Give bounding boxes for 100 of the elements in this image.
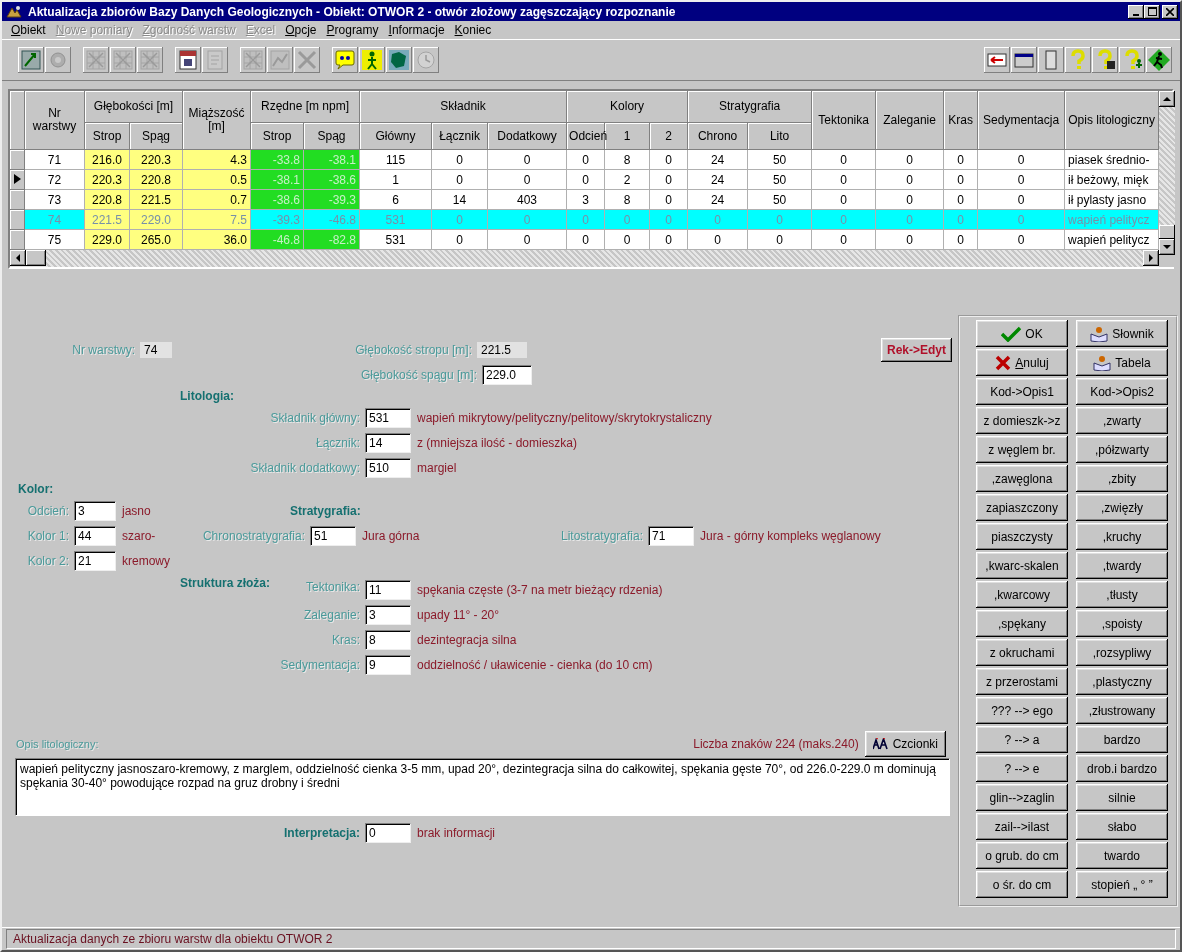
map-icon[interactable] bbox=[386, 47, 412, 73]
scroll-thumb[interactable] bbox=[26, 250, 46, 266]
exit-icon[interactable] bbox=[984, 47, 1010, 73]
action-button[interactable]: bardzo bbox=[1076, 726, 1168, 753]
input-field[interactable]: 9 bbox=[365, 654, 411, 675]
scroll-left-button[interactable] bbox=[10, 250, 26, 266]
vertical-scrollbar[interactable] bbox=[1159, 91, 1176, 267]
action-button[interactable]: ,zwarty bbox=[1076, 407, 1168, 434]
panel-icon[interactable] bbox=[1038, 47, 1064, 73]
table-row[interactable]: 72 220.3 220.8 0.5 -38.1 -38.6 1 0 0 0 2 0 24 50 0 0 0 0 ił beżowy, mięk bbox=[10, 170, 1160, 190]
input-field[interactable]: 44 bbox=[74, 525, 116, 546]
action-button[interactable]: twardo bbox=[1076, 842, 1168, 869]
menu-item[interactable]: Programy bbox=[321, 23, 384, 37]
help-icon[interactable] bbox=[1065, 47, 1091, 73]
action-button[interactable]: ,plastyczny bbox=[1076, 668, 1168, 695]
column-header: Głębokości [m] bbox=[85, 91, 183, 123]
action-button[interactable]: ,twardy bbox=[1076, 552, 1168, 579]
window-icon[interactable] bbox=[1011, 47, 1037, 73]
table-cell: 0 bbox=[812, 230, 877, 250]
action-button[interactable]: zail-->ilast bbox=[976, 813, 1068, 840]
action-button[interactable]: ??? --> ego bbox=[976, 697, 1068, 724]
runner-icon[interactable] bbox=[1146, 47, 1172, 73]
input-field[interactable]: 14 bbox=[365, 432, 411, 453]
maximize-button[interactable] bbox=[1144, 4, 1160, 19]
input-field[interactable]: 510 bbox=[365, 457, 411, 478]
action-button[interactable]: ,tłusty bbox=[1076, 581, 1168, 608]
action-button[interactable]: zapiaszczony bbox=[976, 494, 1068, 521]
input-field[interactable]: 71 bbox=[648, 525, 694, 546]
action-button[interactable]: ,spękany bbox=[976, 610, 1068, 637]
menu-item[interactable]: Opcje bbox=[280, 23, 322, 37]
action-button[interactable]: glin-->zaglin bbox=[976, 784, 1068, 811]
action-button[interactable]: z przerostami bbox=[976, 668, 1068, 695]
speech-bubble-icon[interactable] bbox=[332, 47, 358, 73]
action-button[interactable]: Kod->Opis2 bbox=[1076, 378, 1168, 405]
action-button[interactable]: z okruchami bbox=[976, 639, 1068, 666]
action-button[interactable]: stopień „ ° ” bbox=[1076, 871, 1168, 898]
menu-item[interactable]: Obiekt bbox=[6, 23, 51, 37]
fonts-button[interactable]: Czcionki bbox=[864, 730, 946, 757]
scroll-down-button[interactable] bbox=[1159, 239, 1176, 255]
input-field[interactable]: 3 bbox=[74, 500, 116, 521]
menu-item[interactable]: Koniec bbox=[449, 23, 497, 37]
scroll-up-button[interactable] bbox=[1159, 91, 1176, 107]
horizontal-scrollbar[interactable] bbox=[10, 250, 1160, 267]
maximize-icon bbox=[1147, 7, 1157, 16]
input-field[interactable]: 8 bbox=[365, 629, 411, 650]
input-field[interactable]: 0 bbox=[365, 822, 411, 843]
menu-item[interactable]: Informacje bbox=[383, 23, 450, 37]
minimize-button[interactable] bbox=[1128, 4, 1144, 19]
action-button[interactable]: Tabela bbox=[1076, 349, 1168, 376]
help-lock-icon[interactable] bbox=[1092, 47, 1118, 73]
action-button[interactable]: ,zwięzły bbox=[1076, 494, 1168, 521]
input-field[interactable]: 11 bbox=[365, 579, 411, 600]
action-button[interactable]: słabo bbox=[1076, 813, 1168, 840]
action-button[interactable]: Kod->Opis1 bbox=[976, 378, 1068, 405]
input-field[interactable]: 531 bbox=[365, 407, 411, 428]
input-field[interactable]: 229.0 bbox=[482, 364, 532, 385]
scroll-thumb[interactable] bbox=[1159, 225, 1176, 239]
action-button[interactable]: OK bbox=[976, 320, 1068, 347]
action-button[interactable]: z domieszk->z bbox=[976, 407, 1068, 434]
action-button[interactable]: Anuluj bbox=[976, 349, 1068, 376]
table-cell: 0 bbox=[432, 170, 489, 190]
figure-icon[interactable] bbox=[359, 47, 385, 73]
scroll-right-button[interactable] bbox=[1143, 250, 1160, 266]
calendar-icon[interactable] bbox=[175, 47, 201, 73]
description-text-area[interactable]: wapień pelityczny jasnoszaro-kremowy, z marglem, oddzielność cienka 3-5 mm, upad 20°, dezintegracja silna do całkowitej, spękania gęste 70°, od 226.0-229.0 m dominują spękania 30-40° powodujące rozpad na gruz drobny i średni bbox=[15, 758, 950, 816]
table-row[interactable]: 73 220.8 221.5 0.7 -38.6 -39.3 6 14 403 3 8 0 24 50 0 0 0 0 ił pylasty jasno bbox=[10, 190, 1160, 210]
action-button[interactable]: o śr. do cm bbox=[976, 871, 1068, 898]
action-button[interactable]: z węglem br. bbox=[976, 436, 1068, 463]
rek-edyt-button[interactable]: Rek->Edyt bbox=[880, 337, 952, 362]
action-button[interactable]: ,zbity bbox=[1076, 465, 1168, 492]
action-button[interactable]: ,kwarcowy bbox=[976, 581, 1068, 608]
table-row[interactable]: 75 229.0 265.0 36.0 -46.8 -82.8 531 0 0 0 0 0 0 0 0 0 0 0 wapień pelitycz bbox=[10, 230, 1160, 250]
table-cell: 0 bbox=[432, 230, 489, 250]
tool-icon[interactable] bbox=[18, 47, 44, 73]
action-button[interactable]: ,kwarc-skalen bbox=[976, 552, 1068, 579]
close-button[interactable] bbox=[1162, 4, 1178, 19]
table-row[interactable]: 71 216.0 220.3 4.3 -33.8 -38.1 115 0 0 0 8 0 24 50 0 0 0 0 piasek średnio- bbox=[10, 150, 1160, 170]
action-button[interactable]: ? --> e bbox=[976, 755, 1068, 782]
input-field[interactable]: 51 bbox=[310, 525, 356, 546]
minimize-icon bbox=[1133, 13, 1139, 16]
action-button[interactable]: drob.i bardzo bbox=[1076, 755, 1168, 782]
table-cell: 50 bbox=[748, 170, 813, 190]
input-field[interactable]: 21 bbox=[74, 550, 116, 571]
action-button[interactable]: piaszczysty bbox=[976, 523, 1068, 550]
action-button[interactable]: ,zawęglona bbox=[976, 465, 1068, 492]
action-button[interactable]: ? --> a bbox=[976, 726, 1068, 753]
row-selector[interactable] bbox=[10, 170, 25, 190]
action-button[interactable]: silnie bbox=[1076, 784, 1168, 811]
input-field[interactable]: 3 bbox=[365, 604, 411, 625]
table-cell: 24 bbox=[688, 190, 749, 210]
action-button[interactable]: ,rozsypliwy bbox=[1076, 639, 1168, 666]
action-button[interactable]: ,spoisty bbox=[1076, 610, 1168, 637]
field-label: Interpretacja: bbox=[283, 825, 360, 840]
action-button[interactable]: Słownik bbox=[1076, 320, 1168, 347]
action-button[interactable]: ,kruchy bbox=[1076, 523, 1168, 550]
action-button[interactable]: o grub. do cm bbox=[976, 842, 1068, 869]
action-button[interactable]: ,półzwarty bbox=[1076, 436, 1168, 463]
section-heading: Struktura złoża: bbox=[180, 576, 270, 592]
action-button[interactable]: ,złustrowany bbox=[1076, 697, 1168, 724]
help-person-icon[interactable] bbox=[1119, 47, 1145, 73]
